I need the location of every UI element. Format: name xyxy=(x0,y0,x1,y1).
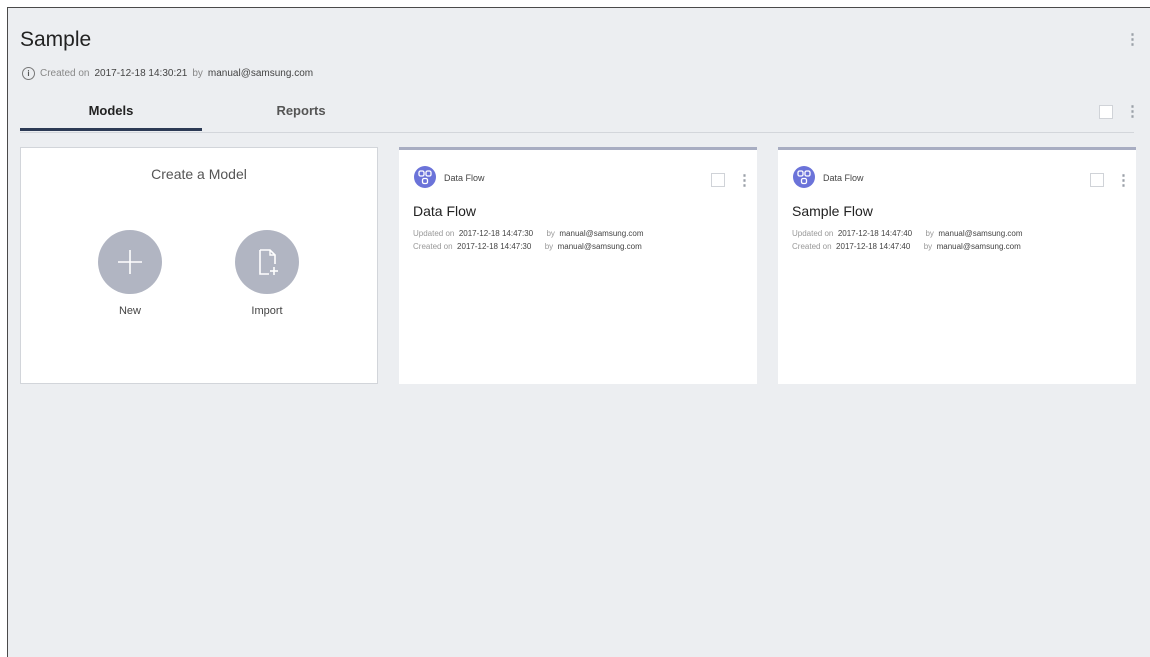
select-all-checkbox[interactable] xyxy=(1099,105,1113,119)
page-meta: i Created on 2017-12-18 14:30:21 by manu… xyxy=(22,67,313,80)
model-title[interactable]: Sample Flow xyxy=(792,203,873,219)
import-model-button[interactable] xyxy=(235,230,299,294)
model-updated-line: Updated on 2017-12-18 14:47:40 by manual… xyxy=(792,229,1023,238)
create-model-card: Create a Model New Import xyxy=(20,147,378,384)
created-label: Created on xyxy=(413,242,453,251)
model-checkbox[interactable] xyxy=(1090,173,1104,187)
tab-bar: Models Reports xyxy=(20,98,1134,133)
created-by: manual@samsung.com xyxy=(207,68,314,79)
created-date: 2017-12-18 14:47:30 xyxy=(457,242,532,251)
data-flow-icon xyxy=(414,166,436,188)
new-model-label: New xyxy=(118,305,141,317)
model-updated-line: Updated on 2017-12-18 14:47:30 by manual… xyxy=(413,229,644,238)
created-label: Created on xyxy=(40,68,90,79)
model-title[interactable]: Data Flow xyxy=(413,203,476,219)
import-file-icon xyxy=(259,249,278,275)
by-label: by xyxy=(544,242,554,251)
created-date: 2017-12-18 14:30:21 xyxy=(94,68,188,79)
model-card[interactable]: Data Flow ⋮ Sample Flow Updated on 2017-… xyxy=(778,147,1136,384)
model-type: Data Flow xyxy=(444,173,485,183)
plus-icon xyxy=(118,250,142,274)
by-label: by xyxy=(925,229,934,238)
updated-date: 2017-12-18 14:47:40 xyxy=(837,229,913,238)
models-page: Sample ⋮ i Created on 2017-12-18 14:30:2… xyxy=(7,7,1150,657)
created-by: manual@samsung.com xyxy=(936,242,1021,251)
tab-reports[interactable]: Reports xyxy=(210,98,392,130)
model-more-icon[interactable]: ⋮ xyxy=(737,173,752,188)
updated-label: Updated on xyxy=(792,229,834,238)
updated-label: Updated on xyxy=(413,229,455,238)
import-model-label: Import xyxy=(251,305,283,317)
by-label: by xyxy=(192,68,203,79)
model-created-line: Created on 2017-12-18 14:47:40 by manual… xyxy=(792,242,1021,251)
created-by: manual@samsung.com xyxy=(557,242,642,251)
model-created-line: Created on 2017-12-18 14:47:30 by manual… xyxy=(413,242,642,251)
model-checkbox[interactable] xyxy=(711,173,725,187)
tab-models[interactable]: Models xyxy=(20,98,202,131)
create-model-title: Create a Model xyxy=(151,166,247,182)
model-type: Data Flow xyxy=(823,173,864,183)
created-date: 2017-12-18 14:47:40 xyxy=(836,242,911,251)
updated-by: manual@samsung.com xyxy=(938,229,1023,238)
by-label: by xyxy=(923,242,933,251)
updated-by: manual@samsung.com xyxy=(559,229,644,238)
data-flow-icon xyxy=(793,166,815,188)
updated-date: 2017-12-18 14:47:30 xyxy=(458,229,534,238)
model-card[interactable]: Data Flow ⋮ Data Flow Updated on 2017-12… xyxy=(399,147,757,384)
tabs-more-icon[interactable]: ⋮ xyxy=(1125,104,1140,119)
created-label: Created on xyxy=(792,242,832,251)
info-icon: i xyxy=(22,67,35,80)
by-label: by xyxy=(546,229,555,238)
new-model-button[interactable] xyxy=(98,230,162,294)
page-title: Sample xyxy=(20,28,92,51)
page-more-icon[interactable]: ⋮ xyxy=(1125,32,1140,47)
model-more-icon[interactable]: ⋮ xyxy=(1116,173,1131,188)
